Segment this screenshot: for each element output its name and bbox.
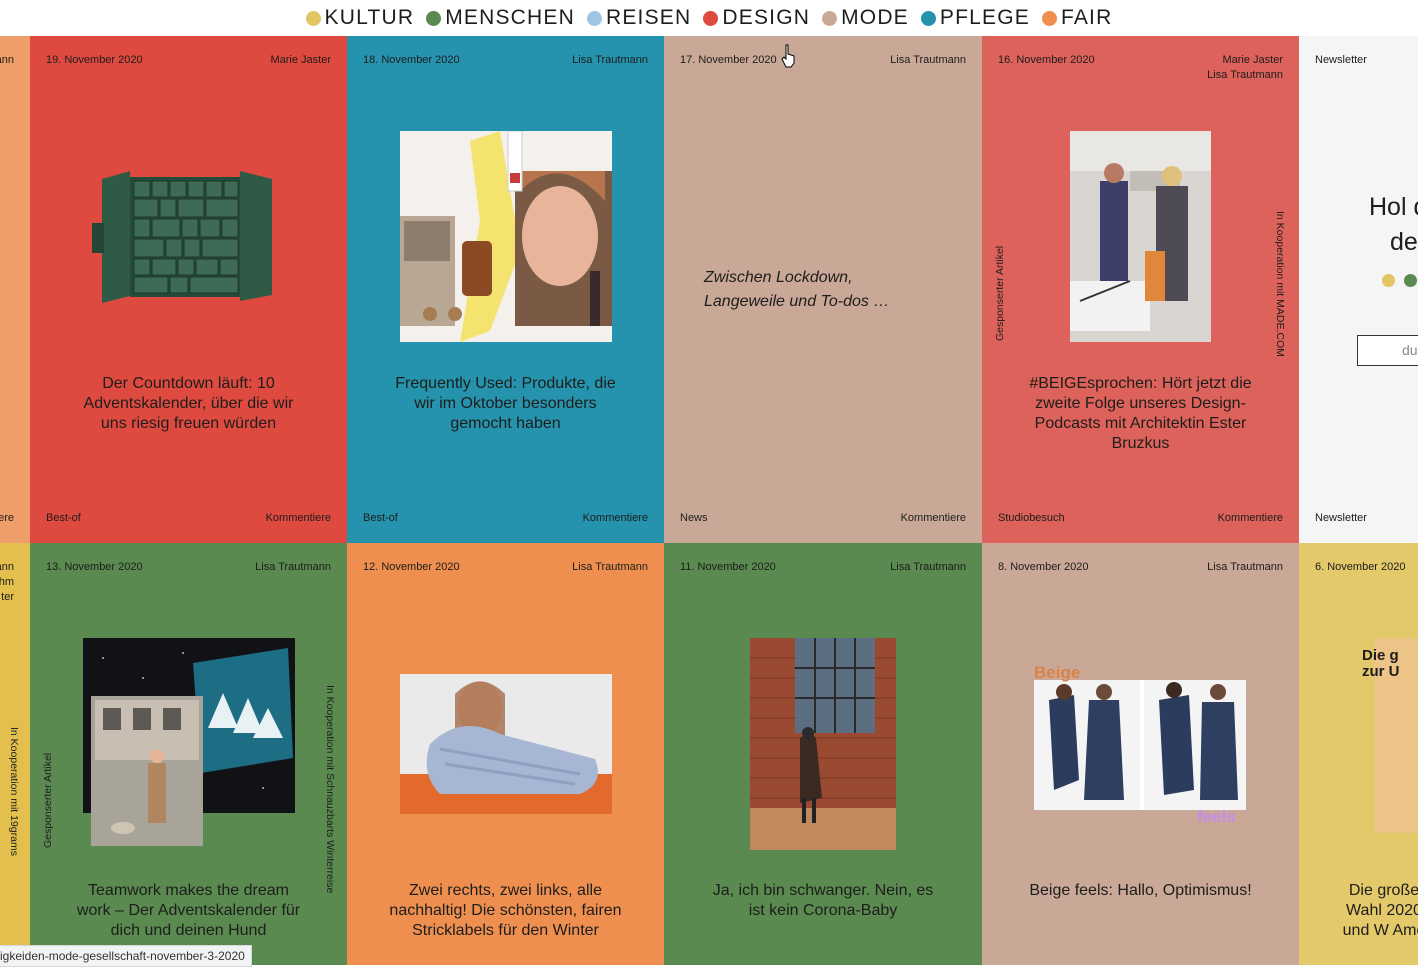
newsletter-heading-line1: Hol d <box>1369 193 1418 221</box>
nav-item-pflege[interactable]: PFLEGE <box>920 6 1030 30</box>
nav-item-reisen[interactable]: REISEN <box>586 6 691 30</box>
card-author[interactable]: Marie Jaster <box>1222 53 1283 68</box>
card-date: 13. November 2020 <box>46 561 143 573</box>
studio-photo-image[interactable] <box>1070 131 1211 342</box>
card-author[interactable]: Lisa Trautmann <box>255 560 331 575</box>
card-author: ann <box>0 54 14 66</box>
nav-item-menschen[interactable]: MENSCHEN <box>426 6 575 30</box>
card-author[interactable]: Lisa Trautmann <box>1207 560 1283 575</box>
newsletter-dot-yellow-icon <box>1382 274 1395 287</box>
browser-status-url: igkeiden-mode-gesellschaft-november-3-20… <box>0 945 252 967</box>
article-card[interactable]: 12. November 2020 Lisa Trautmann Zwei re… <box>347 543 664 965</box>
card-date: 12. November 2020 <box>363 561 460 573</box>
card-author-2[interactable]: Lisa Trautmann <box>1207 68 1283 83</box>
card-date: 6. November 2020 <box>1315 561 1406 573</box>
beauty-collage-image[interactable] <box>400 131 612 342</box>
dog-collage-image[interactable] <box>83 638 295 846</box>
knit-sweater-image[interactable] <box>400 674 612 814</box>
article-card[interactable]: 18. November 2020 Lisa Trautmann Frequen… <box>347 36 664 543</box>
card-comment-link[interactable]: Kommentiere <box>266 511 331 526</box>
feels-word: feels <box>1197 807 1236 826</box>
newsletter-email-input[interactable]: du <box>1357 335 1418 366</box>
coop-label: In Kooperation mit MADE.COM <box>1274 211 1286 357</box>
pflege-dot-icon <box>920 10 936 26</box>
card-comment-link[interactable]: Kommentiere <box>1218 511 1283 526</box>
article-card[interactable]: 16. November 2020 Marie Jaster Lisa Trau… <box>982 36 1299 543</box>
card-author[interactable]: Lisa Trautmann <box>890 560 966 575</box>
card-category[interactable]: News <box>680 511 708 526</box>
card-comment-link[interactable]: iere <box>0 511 14 526</box>
beige-word: Beige <box>1034 663 1081 682</box>
card-date: 8. November 2020 <box>998 561 1089 573</box>
newsletter-heading-line2: de <box>1390 228 1418 256</box>
menschen-dot-icon <box>426 10 442 26</box>
card-title[interactable]: Ja, ich bin schwanger. Nein, es ist kein… <box>704 881 942 921</box>
kultur-dot-icon <box>305 10 321 26</box>
input-placeholder: du <box>1402 342 1418 358</box>
card-date: 18. November 2020 <box>363 54 460 66</box>
article-card[interactable]: 6. November 2020 Die g zur U Die große W… <box>1299 543 1418 965</box>
card-category: Newsletter <box>1315 512 1367 524</box>
partial-card-left-2[interactable]: ann hm ter In Kooperation mit 19grams <box>0 543 30 965</box>
mode-dot-icon <box>822 10 838 26</box>
card-category[interactable]: Studiobesuch <box>998 511 1065 526</box>
fair-dot-icon <box>1041 10 1057 26</box>
article-card[interactable]: 13. November 2020 Lisa Trautmann Gespons… <box>30 543 347 965</box>
election-headline-image[interactable]: Die g zur U <box>1362 638 1418 833</box>
nav-item-fair[interactable]: FAIR <box>1041 6 1112 30</box>
pregnant-woman-image[interactable] <box>750 638 896 850</box>
nav-item-mode[interactable]: MODE <box>822 6 909 30</box>
card-comment-link[interactable]: Kommentiere <box>583 511 648 526</box>
design-dot-icon <box>703 10 719 26</box>
card-title[interactable]: Teamwork makes the dream work – Der Adve… <box>70 881 307 941</box>
category-nav: KULTUR MENSCHEN REISEN DESIGN MODE PFLEG… <box>0 0 1418 36</box>
card-title[interactable]: Frequently Used: Produkte, die wir im Ok… <box>387 374 624 434</box>
sponsored-label: Gesponserter Artikel <box>994 245 1006 341</box>
article-card[interactable]: 8. November 2020 Lisa Trautmann Beige fe… <box>982 543 1299 965</box>
coop-label: In Kooperation mit 19grams <box>8 727 20 856</box>
newsletter-card: Newsletter Hol d de du Newsletter <box>1299 36 1418 543</box>
card-date: 16. November 2020 <box>998 54 1095 66</box>
card-date: 17. November 2020 <box>680 54 777 66</box>
newsletter-dot-green-icon <box>1404 274 1417 287</box>
card-author[interactable]: Lisa Trautmann <box>572 560 648 575</box>
card-date: 11. November 2020 <box>680 561 776 573</box>
card-date: 19. November 2020 <box>46 54 143 66</box>
card-title[interactable]: Zwei rechts, zwei links, alle nachhaltig… <box>387 881 624 941</box>
article-card[interactable]: 11. November 2020 Lisa Trautmann Ja, ich… <box>664 543 982 965</box>
card-title[interactable]: Zwischen Lockdown, Langeweile und To-dos… <box>704 266 904 314</box>
reisen-dot-icon <box>586 10 602 26</box>
card-title[interactable]: Die große Wahl 2020 und W Ame <box>1339 881 1418 941</box>
nav-item-kultur[interactable]: KULTUR <box>305 6 415 30</box>
card-author: ann <box>0 561 14 573</box>
card-author-line3: ter <box>1 591 14 603</box>
beige-feels-image[interactable] <box>1034 680 1246 810</box>
card-category[interactable]: Best-of <box>363 511 398 526</box>
card-author[interactable]: Lisa Trautmann <box>890 53 966 68</box>
card-title[interactable]: Beige feels: Hallo, Optimismus! <box>1022 881 1259 901</box>
card-title[interactable]: #BEIGEsprochen: Hört jetzt die zweite Fo… <box>1012 374 1269 454</box>
election-headline-text: Die g zur U <box>1362 647 1400 680</box>
newsletter-label: Newsletter <box>1315 54 1367 66</box>
sponsored-label: Gesponserter Artikel <box>42 752 54 848</box>
partial-card-left-1[interactable]: ann iere <box>0 36 30 543</box>
advent-calendar-image[interactable] <box>90 171 290 306</box>
coop-label: In Kooperation mit Schnauzbarts Winterre… <box>324 685 336 894</box>
card-author[interactable]: Marie Jaster <box>270 53 331 68</box>
mouse-cursor-icon <box>781 44 795 68</box>
article-card[interactable]: 19. November 2020 Marie Jaster Der Count… <box>30 36 347 543</box>
card-category[interactable]: Best-of <box>46 511 81 526</box>
nav-item-design[interactable]: DESIGN <box>703 6 810 30</box>
card-title[interactable]: Der Countdown läuft: 10 Adventskalender,… <box>70 374 307 434</box>
card-author[interactable]: Lisa Trautmann <box>572 53 648 68</box>
article-card[interactable]: 17. November 2020 Lisa Trautmann Zwische… <box>664 36 982 543</box>
card-comment-link[interactable]: Kommentiere <box>901 511 966 526</box>
card-author-line2: hm <box>0 576 14 588</box>
